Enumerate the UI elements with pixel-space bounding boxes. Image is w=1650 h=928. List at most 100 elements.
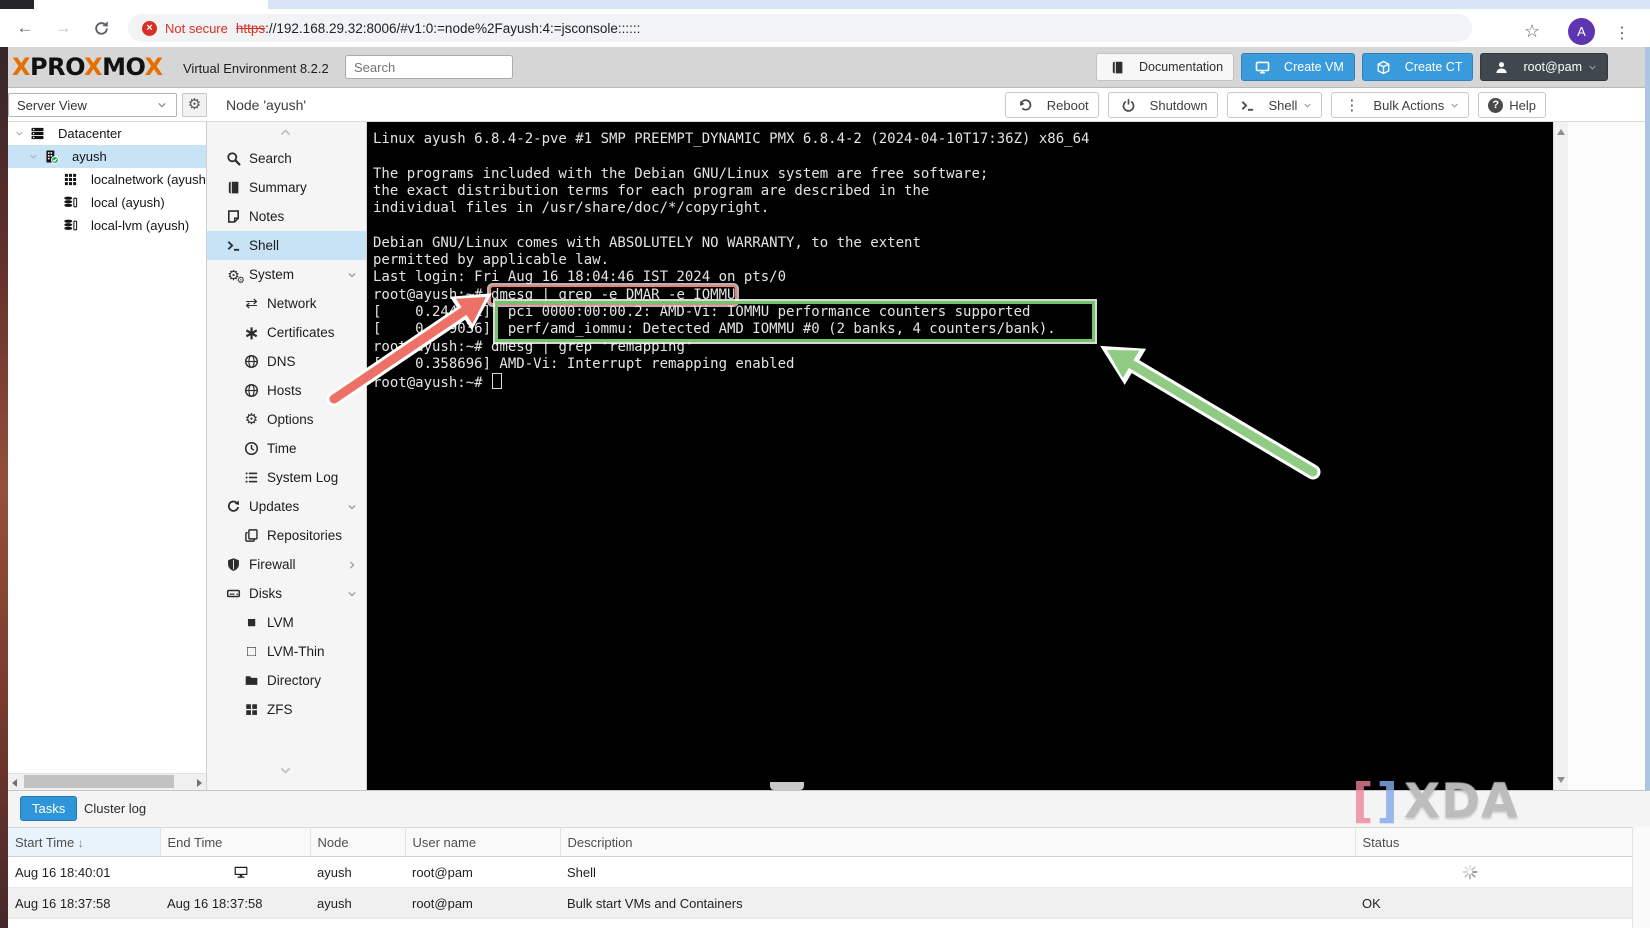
screen: ← → × Not secure https://192.168.29.32:8…: [0, 0, 1650, 928]
storage-icon: [60, 218, 81, 233]
tree-item-localnetwork-ayush[interactable]: localnetwork (ayush): [8, 168, 206, 191]
column-header-description[interactable]: Description: [560, 827, 1356, 857]
create-vm-button[interactable]: Create VM: [1241, 53, 1355, 81]
kebab-icon: ⋮: [1344, 96, 1360, 114]
scroll-left-icon[interactable]: [12, 779, 17, 787]
view-selector[interactable]: Server View: [8, 93, 177, 117]
menu-item-summary[interactable]: Summary: [207, 173, 366, 202]
menu-item-shell[interactable]: Shell: [207, 231, 366, 260]
menu-item-updates[interactable]: Updates: [207, 492, 366, 521]
task-status: OK: [1355, 887, 1650, 919]
menu-item-hosts[interactable]: Hosts: [207, 376, 366, 405]
panel-splitter-handle[interactable]: [770, 782, 804, 790]
column-header-start-time[interactable]: Start Time ↓: [8, 827, 161, 857]
bulk-actions-button[interactable]: ⋮ Bulk Actions: [1331, 92, 1470, 118]
cube-icon: [1373, 60, 1394, 75]
column-header-status[interactable]: Status: [1355, 827, 1650, 857]
menu-item-system-log[interactable]: System Log: [207, 463, 366, 492]
task-row[interactable]: Aug 16 18:40:01 ayush root@pam Shell: [8, 856, 1650, 888]
tree-item-datacenter[interactable]: Datacenter: [8, 122, 206, 145]
menu-item-dns[interactable]: DNS: [207, 347, 366, 376]
tab-cluster-log[interactable]: Cluster log: [84, 801, 146, 816]
menu-item-system[interactable]: ⚙ ⚙ System: [207, 260, 366, 289]
network-icon: ⇄: [245, 295, 258, 312]
terminal-cursor: [492, 373, 503, 390]
task-user: root@pam: [405, 918, 560, 928]
chevron-down-icon: [156, 100, 168, 110]
tree-item-local-lvm-ayush[interactable]: local-lvm (ayush): [8, 214, 206, 237]
menu-item-lvm[interactable]: ■ LVM: [207, 608, 366, 637]
view-settings-button[interactable]: ⚙: [182, 93, 207, 117]
note-icon: [223, 209, 244, 224]
button-label: Create VM: [1284, 60, 1344, 74]
menu-item-notes[interactable]: Notes: [207, 202, 366, 231]
menu-item-network[interactable]: ⇄ Network: [207, 289, 366, 318]
logo-x1: X: [12, 53, 31, 81]
shield-icon: [223, 557, 244, 572]
resource-tree: Datacenter ayush localnetwork (ayush) local…: [8, 122, 207, 790]
button-label: Help: [1509, 97, 1536, 113]
shutdown-button[interactable]: Shutdown: [1107, 92, 1218, 118]
address-bar[interactable]: × Not secure https://192.168.29.32:8006/…: [128, 14, 1472, 42]
reboot-button[interactable]: Reboot: [1004, 92, 1099, 118]
task-row[interactable]: Aug 16 18:34:58Aug 16 18:34:58ayushroot@…: [8, 918, 1650, 928]
column-header-user-name[interactable]: User name: [405, 827, 561, 857]
tree-horizontal-scrollbar[interactable]: [8, 773, 206, 790]
menu-item-label: Hosts: [267, 383, 302, 398]
scrollbar-thumb[interactable]: [24, 775, 174, 788]
menu-item-search[interactable]: Search: [207, 144, 366, 173]
terminal[interactable]: Linux ayush 6.8.4-2-pve #1 SMP PREEMPT_D…: [367, 122, 1553, 790]
browser-menu-icon[interactable]: ⋮: [1614, 23, 1630, 43]
browser-tab-strip: [0, 0, 1650, 9]
browser-back-button[interactable]: ←: [12, 15, 38, 41]
menu-item-repositories[interactable]: Repositories: [207, 521, 366, 550]
tree-item-local-ayush[interactable]: local (ayush): [8, 191, 206, 214]
bookmark-star-icon[interactable]: ☆: [1524, 21, 1540, 42]
create-ct-button[interactable]: Create CT: [1361, 53, 1474, 81]
menu-item-lvm-thin[interactable]: □ LVM-Thin: [207, 637, 366, 666]
book-icon: [1107, 60, 1128, 75]
menu-item-certificates[interactable]: ∗ Certificates: [207, 318, 366, 347]
search-icon: [223, 151, 244, 166]
column-header-node[interactable]: Node: [310, 827, 406, 857]
terminal-line: Linux ayush 6.8.4-2-pve #1 SMP PREEMPT_D…: [373, 131, 1090, 147]
browser-forward-button[interactable]: →: [50, 15, 76, 41]
tree-item-ayush[interactable]: ayush: [8, 145, 206, 168]
tree-item-label: ayush: [72, 149, 107, 164]
menu-scroll-up-icon[interactable]: [279, 126, 292, 144]
browser-reload-icon[interactable]: [88, 15, 114, 41]
menu-item-directory[interactable]: Directory: [207, 666, 366, 695]
scroll-up-icon[interactable]: [1557, 129, 1565, 135]
tasks-scrollbar[interactable]: [1632, 827, 1650, 928]
menu-item-label: Network: [267, 296, 317, 311]
grid9-icon: [60, 172, 81, 187]
menu-item-time[interactable]: Time: [207, 434, 366, 463]
terminal-line: root@ayush:~# dmesg | grep -e DMAR -e IO…: [373, 286, 736, 303]
shell-button[interactable]: Shell: [1226, 92, 1323, 118]
menu-item-disks[interactable]: Disks: [207, 579, 366, 608]
terminal-scrollbar[interactable]: [1553, 122, 1568, 790]
task-end-time: Aug 16 18:34:58: [160, 918, 310, 928]
documentation-button[interactable]: Documentation: [1095, 53, 1235, 81]
menu-item-label: Summary: [249, 180, 307, 195]
task-start-time: Aug 16 18:40:01: [8, 856, 160, 888]
menu-scroll-down-icon[interactable]: [279, 764, 292, 782]
global-search-input[interactable]: [345, 55, 513, 79]
scroll-down-icon[interactable]: [1557, 777, 1565, 783]
tree-item-label: local-lvm (ayush): [91, 218, 190, 233]
task-end-time: Aug 16 18:37:58: [160, 887, 310, 919]
menu-item-zfs[interactable]: ZFS: [207, 695, 366, 724]
user-menu-button[interactable]: root@pam: [1480, 53, 1608, 81]
menu-item-options[interactable]: ⚙ Options: [207, 405, 366, 434]
browser-avatar[interactable]: A: [1568, 18, 1595, 45]
tab-tasks[interactable]: Tasks: [20, 796, 78, 821]
terminal-line: root@ayush:~# dmesg | grep 'remapping': [373, 338, 694, 355]
help-button[interactable]: ? Help: [1478, 92, 1546, 118]
refresh-icon: [223, 499, 244, 514]
scroll-right-icon[interactable]: [197, 779, 202, 787]
menu-item-firewall[interactable]: Firewall: [207, 550, 366, 579]
column-header-end-time[interactable]: End Time: [160, 827, 311, 857]
task-row[interactable]: Aug 16 18:37:58 Aug 16 18:37:58 ayush root@…: [8, 887, 1650, 919]
terminal-line: Debian GNU/Linux comes with ABSOLUTELY N…: [373, 234, 921, 251]
